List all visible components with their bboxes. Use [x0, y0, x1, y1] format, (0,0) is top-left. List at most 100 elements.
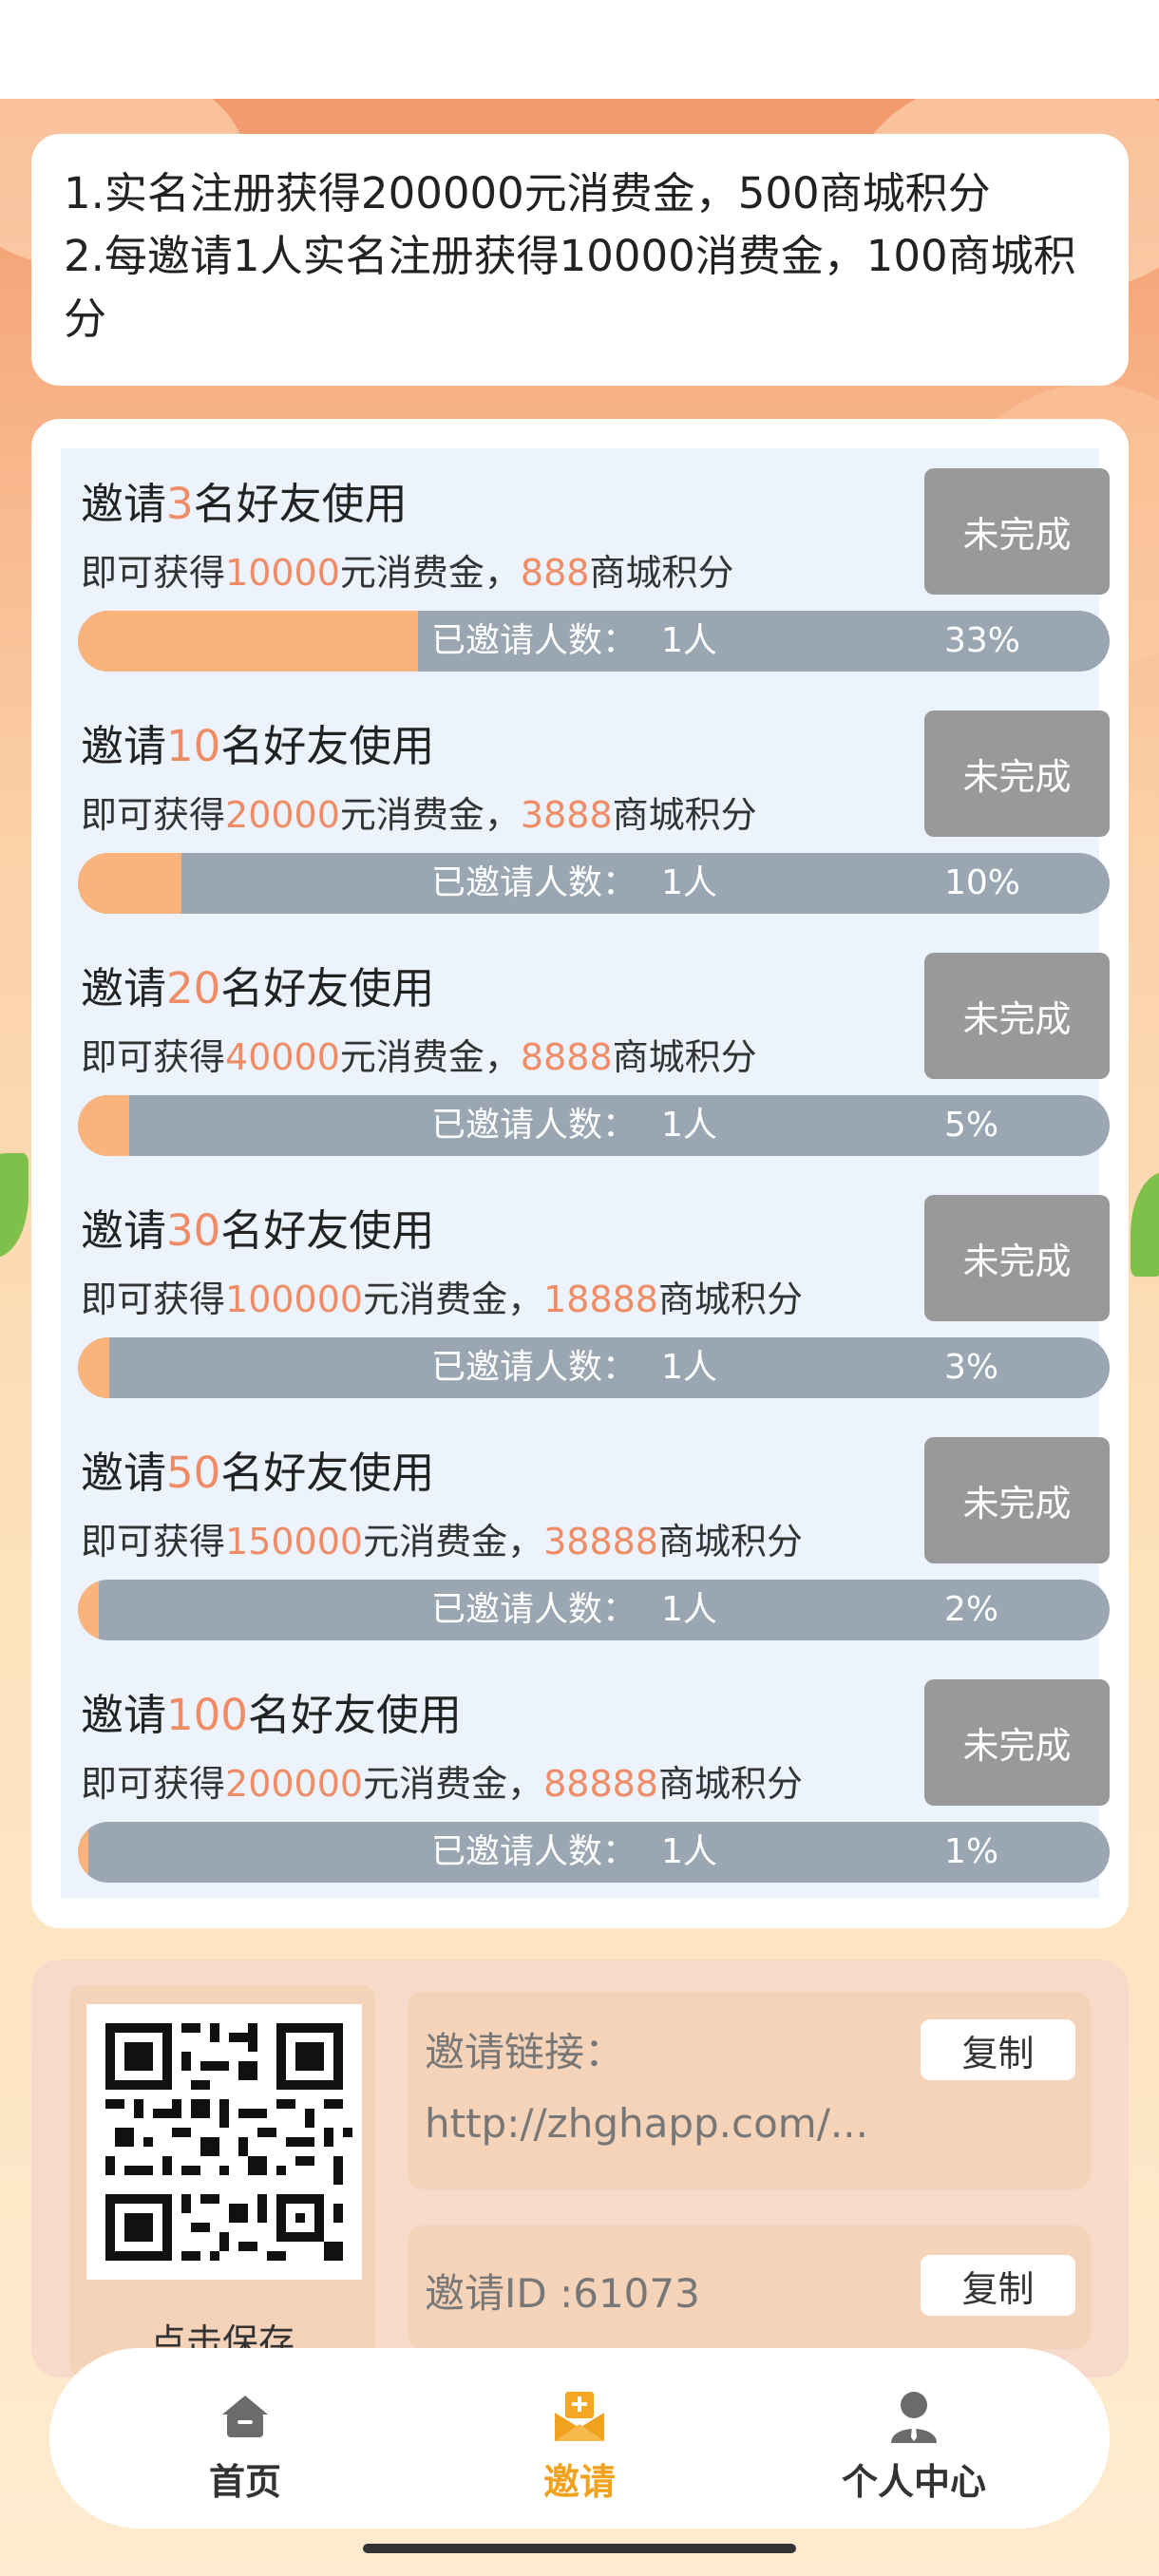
- task-item: 邀请50名好友使用 即可获得150000元消费金，38888商城积分 未完成 已…: [61, 1417, 1110, 1659]
- reward-money: 40000: [225, 1036, 340, 1078]
- invited-count: 1人: [661, 621, 717, 660]
- task-item: 邀请3名好友使用 即可获得10000元消费金，888商城积分 未完成 已邀请人数…: [61, 448, 1110, 691]
- invited-label: 已邀请人数：: [431, 1106, 637, 1145]
- reward-mid: 元消费金，: [363, 1279, 544, 1320]
- reward-points: 18888: [543, 1279, 658, 1320]
- task-friend-count: 50: [166, 1448, 221, 1498]
- home-indicator[interactable]: [363, 2544, 796, 2553]
- person-icon: [891, 2392, 937, 2443]
- reward-money: 150000: [225, 1521, 364, 1563]
- progress-bar: 已邀请人数： 1人 5%: [78, 1095, 1110, 1156]
- reward-points: 38888: [543, 1521, 658, 1563]
- progress-fill: [78, 611, 419, 672]
- invited-count: 1人: [661, 1106, 717, 1145]
- rule-line-1: 1.实名注册获得200000元消费金，500商城积分: [64, 168, 991, 218]
- progress-fill: [78, 1095, 130, 1156]
- qr-section[interactable]: 点击保存: [69, 1985, 375, 2377]
- progress-fill: [78, 1822, 88, 1883]
- invite-id-box: 邀请ID :61073 复制: [408, 2226, 1091, 2349]
- qr-code[interactable]: [86, 2004, 362, 2280]
- task-title-suffix: 名好友使用: [220, 1205, 435, 1256]
- task-title: 邀请100名好友使用: [81, 1680, 462, 1742]
- task-title: 邀请20名好友使用: [81, 954, 434, 1015]
- invited-count: 1人: [661, 1832, 717, 1871]
- nav-item-invite[interactable]: 邀请: [466, 2348, 694, 2529]
- task-title: 邀请3名好友使用: [81, 469, 408, 531]
- copy-link-button[interactable]: 复制: [921, 2019, 1075, 2080]
- invited-count-text: 已邀请人数： 1人: [431, 1580, 717, 1640]
- invite-card: 点击保存 邀请链接： http://zhghapp.com/... 复制 邀请I…: [31, 1960, 1129, 2377]
- task-title-prefix: 邀请: [81, 1448, 167, 1498]
- task-title-suffix: 名好友使用: [247, 1690, 462, 1740]
- invited-count: 1人: [661, 863, 717, 902]
- task-friend-count: 10: [166, 721, 221, 771]
- reward-suffix: 商城积分: [589, 552, 734, 594]
- invited-count: 1人: [661, 1348, 717, 1387]
- tasks-card: 邀请3名好友使用 即可获得10000元消费金，888商城积分 未完成 已邀请人数…: [31, 419, 1129, 1928]
- task-status-button[interactable]: 未完成: [924, 1437, 1110, 1563]
- nav-item-profile[interactable]: 个人中心: [800, 2348, 1028, 2529]
- task-reward: 即可获得100000元消费金，18888商城积分: [81, 1270, 803, 1322]
- task-status-button[interactable]: 未完成: [924, 468, 1110, 595]
- progress-fill: [78, 1337, 109, 1398]
- progress-percent: 3%: [944, 1348, 999, 1387]
- task-title-prefix: 邀请: [81, 1690, 167, 1740]
- invited-label: 已邀请人数：: [431, 1348, 637, 1387]
- progress-bar: 已邀请人数： 1人 10%: [78, 853, 1110, 914]
- nav-label-profile: 个人中心: [841, 2461, 986, 2503]
- reward-prefix: 即可获得: [81, 1279, 226, 1320]
- task-title-suffix: 名好友使用: [220, 1448, 435, 1498]
- reward-money: 10000: [225, 552, 340, 594]
- invited-count-text: 已邀请人数： 1人: [431, 1095, 717, 1156]
- progress-percent: 33%: [944, 621, 1021, 660]
- task-item: 邀请100名好友使用 即可获得200000元消费金，88888商城积分 未完成 …: [61, 1659, 1110, 1902]
- reward-points: 3888: [520, 794, 613, 836]
- progress-percent: 2%: [944, 1590, 999, 1629]
- invite-id-label: 邀请ID :61073: [425, 2270, 700, 2317]
- bottom-nav: 首页 邀请 个人中心: [49, 2348, 1110, 2529]
- task-status-button[interactable]: 未完成: [924, 1679, 1110, 1806]
- reward-points: 8888: [520, 1036, 613, 1078]
- progress-fill: [78, 853, 181, 914]
- invite-link-box: 邀请链接： http://zhghapp.com/... 复制: [408, 1992, 1091, 2189]
- reward-suffix: 商城积分: [612, 1036, 757, 1078]
- reward-prefix: 即可获得: [81, 1036, 226, 1078]
- task-reward: 即可获得150000元消费金，38888商城积分: [81, 1512, 803, 1564]
- rules-card: 1.实名注册获得200000元消费金，500商城积分 2.每邀请1人实名注册获得…: [31, 134, 1129, 386]
- reward-prefix: 即可获得: [81, 1521, 226, 1563]
- task-status-button[interactable]: 未完成: [924, 710, 1110, 837]
- reward-money: 200000: [225, 1763, 364, 1805]
- invited-count: 1人: [661, 1590, 717, 1629]
- reward-mid: 元消费金，: [339, 552, 521, 594]
- reward-prefix: 即可获得: [81, 1763, 226, 1805]
- task-friend-count: 100: [166, 1690, 248, 1740]
- task-friend-count: 20: [166, 963, 221, 1013]
- reward-prefix: 即可获得: [81, 552, 226, 594]
- task-title-suffix: 名好友使用: [193, 479, 408, 529]
- reward-mid: 元消费金，: [339, 794, 521, 836]
- reward-suffix: 商城积分: [657, 1763, 803, 1805]
- reward-mid: 元消费金，: [363, 1521, 544, 1563]
- progress-bar: 已邀请人数： 1人 33%: [78, 611, 1110, 672]
- progress-bar: 已邀请人数： 1人 2%: [78, 1580, 1110, 1640]
- invite-link-label: 邀请链接：: [425, 2029, 625, 2075]
- task-friend-count: 3: [166, 479, 194, 529]
- reward-suffix: 商城积分: [657, 1279, 803, 1320]
- task-title-suffix: 名好友使用: [220, 721, 435, 771]
- task-status-button[interactable]: 未完成: [924, 953, 1110, 1079]
- copy-id-button[interactable]: 复制: [921, 2255, 1075, 2316]
- task-status-button[interactable]: 未完成: [924, 1195, 1110, 1321]
- progress-percent: 1%: [944, 1832, 999, 1871]
- reward-points: 888: [520, 552, 590, 594]
- invite-link-value: http://zhghapp.com/...: [425, 2100, 868, 2147]
- task-title: 邀请50名好友使用: [81, 1438, 434, 1500]
- nav-label-home: 首页: [208, 2461, 281, 2503]
- invited-label: 已邀请人数：: [431, 863, 637, 902]
- reward-money: 20000: [225, 794, 340, 836]
- task-friend-count: 30: [166, 1205, 221, 1256]
- invited-count-text: 已邀请人数： 1人: [431, 1337, 717, 1398]
- nav-item-home[interactable]: 首页: [131, 2348, 359, 2529]
- task-item: 邀请30名好友使用 即可获得100000元消费金，18888商城积分 未完成 已…: [61, 1175, 1110, 1417]
- task-reward: 即可获得20000元消费金，3888商城积分: [81, 786, 757, 838]
- reward-money: 100000: [225, 1279, 364, 1320]
